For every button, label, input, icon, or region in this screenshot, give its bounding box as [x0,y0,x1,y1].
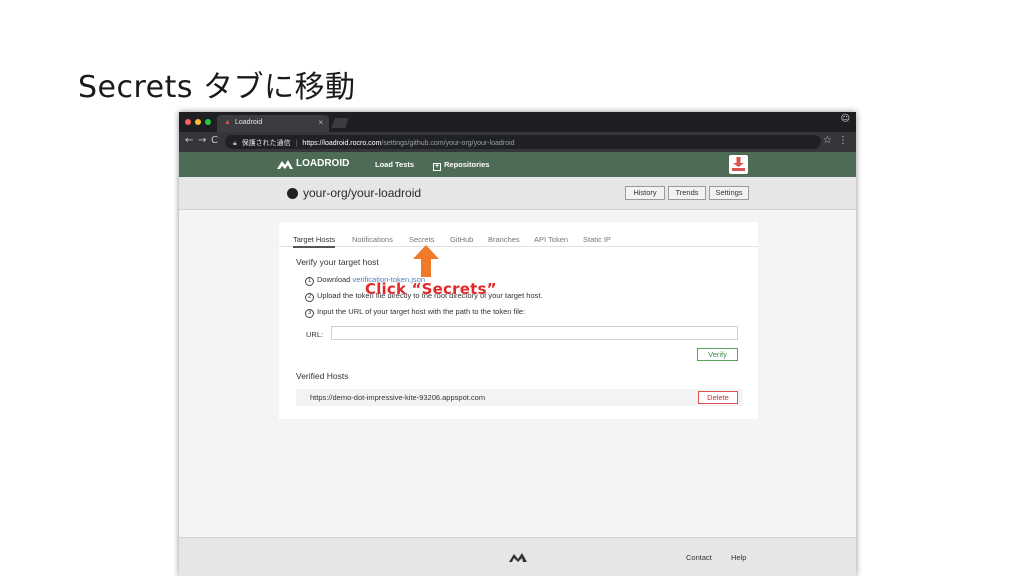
verify-button[interactable]: Verify [697,348,738,361]
back-icon[interactable]: ← [185,135,193,146]
tab-branches[interactable]: Branches [488,235,520,244]
step-text: Download [317,275,353,284]
user-avatar-icon [732,157,745,171]
footer-loadroid-logo-icon [509,553,527,562]
repo-title: your-org/your-loadroid [287,186,421,200]
browser-tab-title: Loadroid [235,119,263,126]
lock-icon: 🔒︎ [233,140,237,147]
address-bar[interactable]: 🔒︎ 保護された通信 | https://loadroid.rocro.com/… [225,135,821,149]
history-button[interactable]: History [625,186,665,200]
user-avatar[interactable] [729,155,748,174]
nav-repositories-label: Repositories [444,160,490,169]
tab-secrets[interactable]: Secrets [409,235,434,244]
step-number: 1 [305,277,314,286]
callout-arrow-icon [413,245,439,277]
trends-button[interactable]: Trends [668,186,706,200]
tab-target-hosts[interactable]: Target Hosts [293,235,336,248]
verify-section-title: Verify your target host [296,257,379,267]
settings-card: Target Hosts Notifications Secrets GitHu… [279,222,758,419]
bookmark-star-icon[interactable]: ☆ [823,135,832,146]
browser-tabstrip: ▲ Loadroid × ☺ [179,112,856,132]
tab-github[interactable]: GitHub [450,235,473,244]
verified-hosts-title: Verified Hosts [296,371,349,381]
nav-load-tests[interactable]: Load Tests [375,160,414,169]
loadroid-favicon-icon: ▲ [224,119,231,126]
url-label: URL: [306,330,324,339]
browser-tab[interactable]: ▲ Loadroid × [217,115,329,132]
maximize-window-button[interactable] [205,119,211,125]
brand-name: LOADROID [296,158,350,169]
repo-header: your-org/your-loadroid History Trends Se… [179,177,856,210]
footer-contact-link[interactable]: Contact [686,553,712,562]
brand-logo[interactable]: LOADROID [277,158,349,169]
close-window-button[interactable] [185,119,191,125]
app-footer: Contact Help [179,537,856,576]
github-icon [287,187,298,199]
tab-close-icon[interactable]: × [318,118,323,127]
footer-help-link[interactable]: Help [731,553,746,562]
delete-host-button[interactable]: Delete [698,391,738,404]
url-path: /settings/github.com/your-org/your-loadr… [381,140,515,147]
loadroid-logo-icon [277,159,293,169]
verified-host-row: https://demo-dot-impressive-kite-93206.a… [296,389,743,406]
forward-icon[interactable]: → [198,135,206,146]
reload-icon[interactable]: C [211,135,218,146]
minimize-window-button[interactable] [195,119,201,125]
tab-api-token[interactable]: API Token [534,235,568,244]
incognito-profile-icon[interactable]: ☺ [841,114,850,124]
verify-step-3: 3 Input the URL of your target host with … [305,307,525,318]
new-tab-button[interactable] [331,118,349,128]
step-number: 3 [305,309,314,318]
url-separator: | [295,140,298,147]
callout-label: Click “Secrets” [365,280,497,298]
plus-square-icon: + [433,163,441,171]
app-navbar: LOADROID Load Tests + Repositories [179,152,856,177]
browser-window: ▲ Loadroid × ☺ ← → C 🔒︎ 保護された通信 | https:… [179,112,856,576]
slide-title: Secrets タブに移動 [78,70,356,105]
settings-button[interactable]: Settings [709,186,749,200]
repo-name: your-org/your-loadroid [303,186,422,200]
url-host: https://loadroid.rocro.com [302,140,382,147]
tab-notifications[interactable]: Notifications [352,235,393,244]
settings-tabs: Target Hosts Notifications Secrets GitHu… [279,222,758,248]
nav-repositories[interactable]: + Repositories [433,160,489,171]
step-number: 2 [305,293,314,302]
secure-connection-label: 保護された通信 [241,140,291,147]
verified-host-url: https://demo-dot-impressive-kite-93206.a… [310,393,486,402]
target-url-input[interactable] [331,326,738,340]
step-text: Input the URL of your target host with t… [317,307,526,316]
browser-menu-icon[interactable]: ⋮ [838,135,848,146]
browser-toolbar: ← → C 🔒︎ 保護された通信 | https://loadroid.rocr… [179,132,856,152]
tab-static-ip[interactable]: Static IP [583,235,611,244]
